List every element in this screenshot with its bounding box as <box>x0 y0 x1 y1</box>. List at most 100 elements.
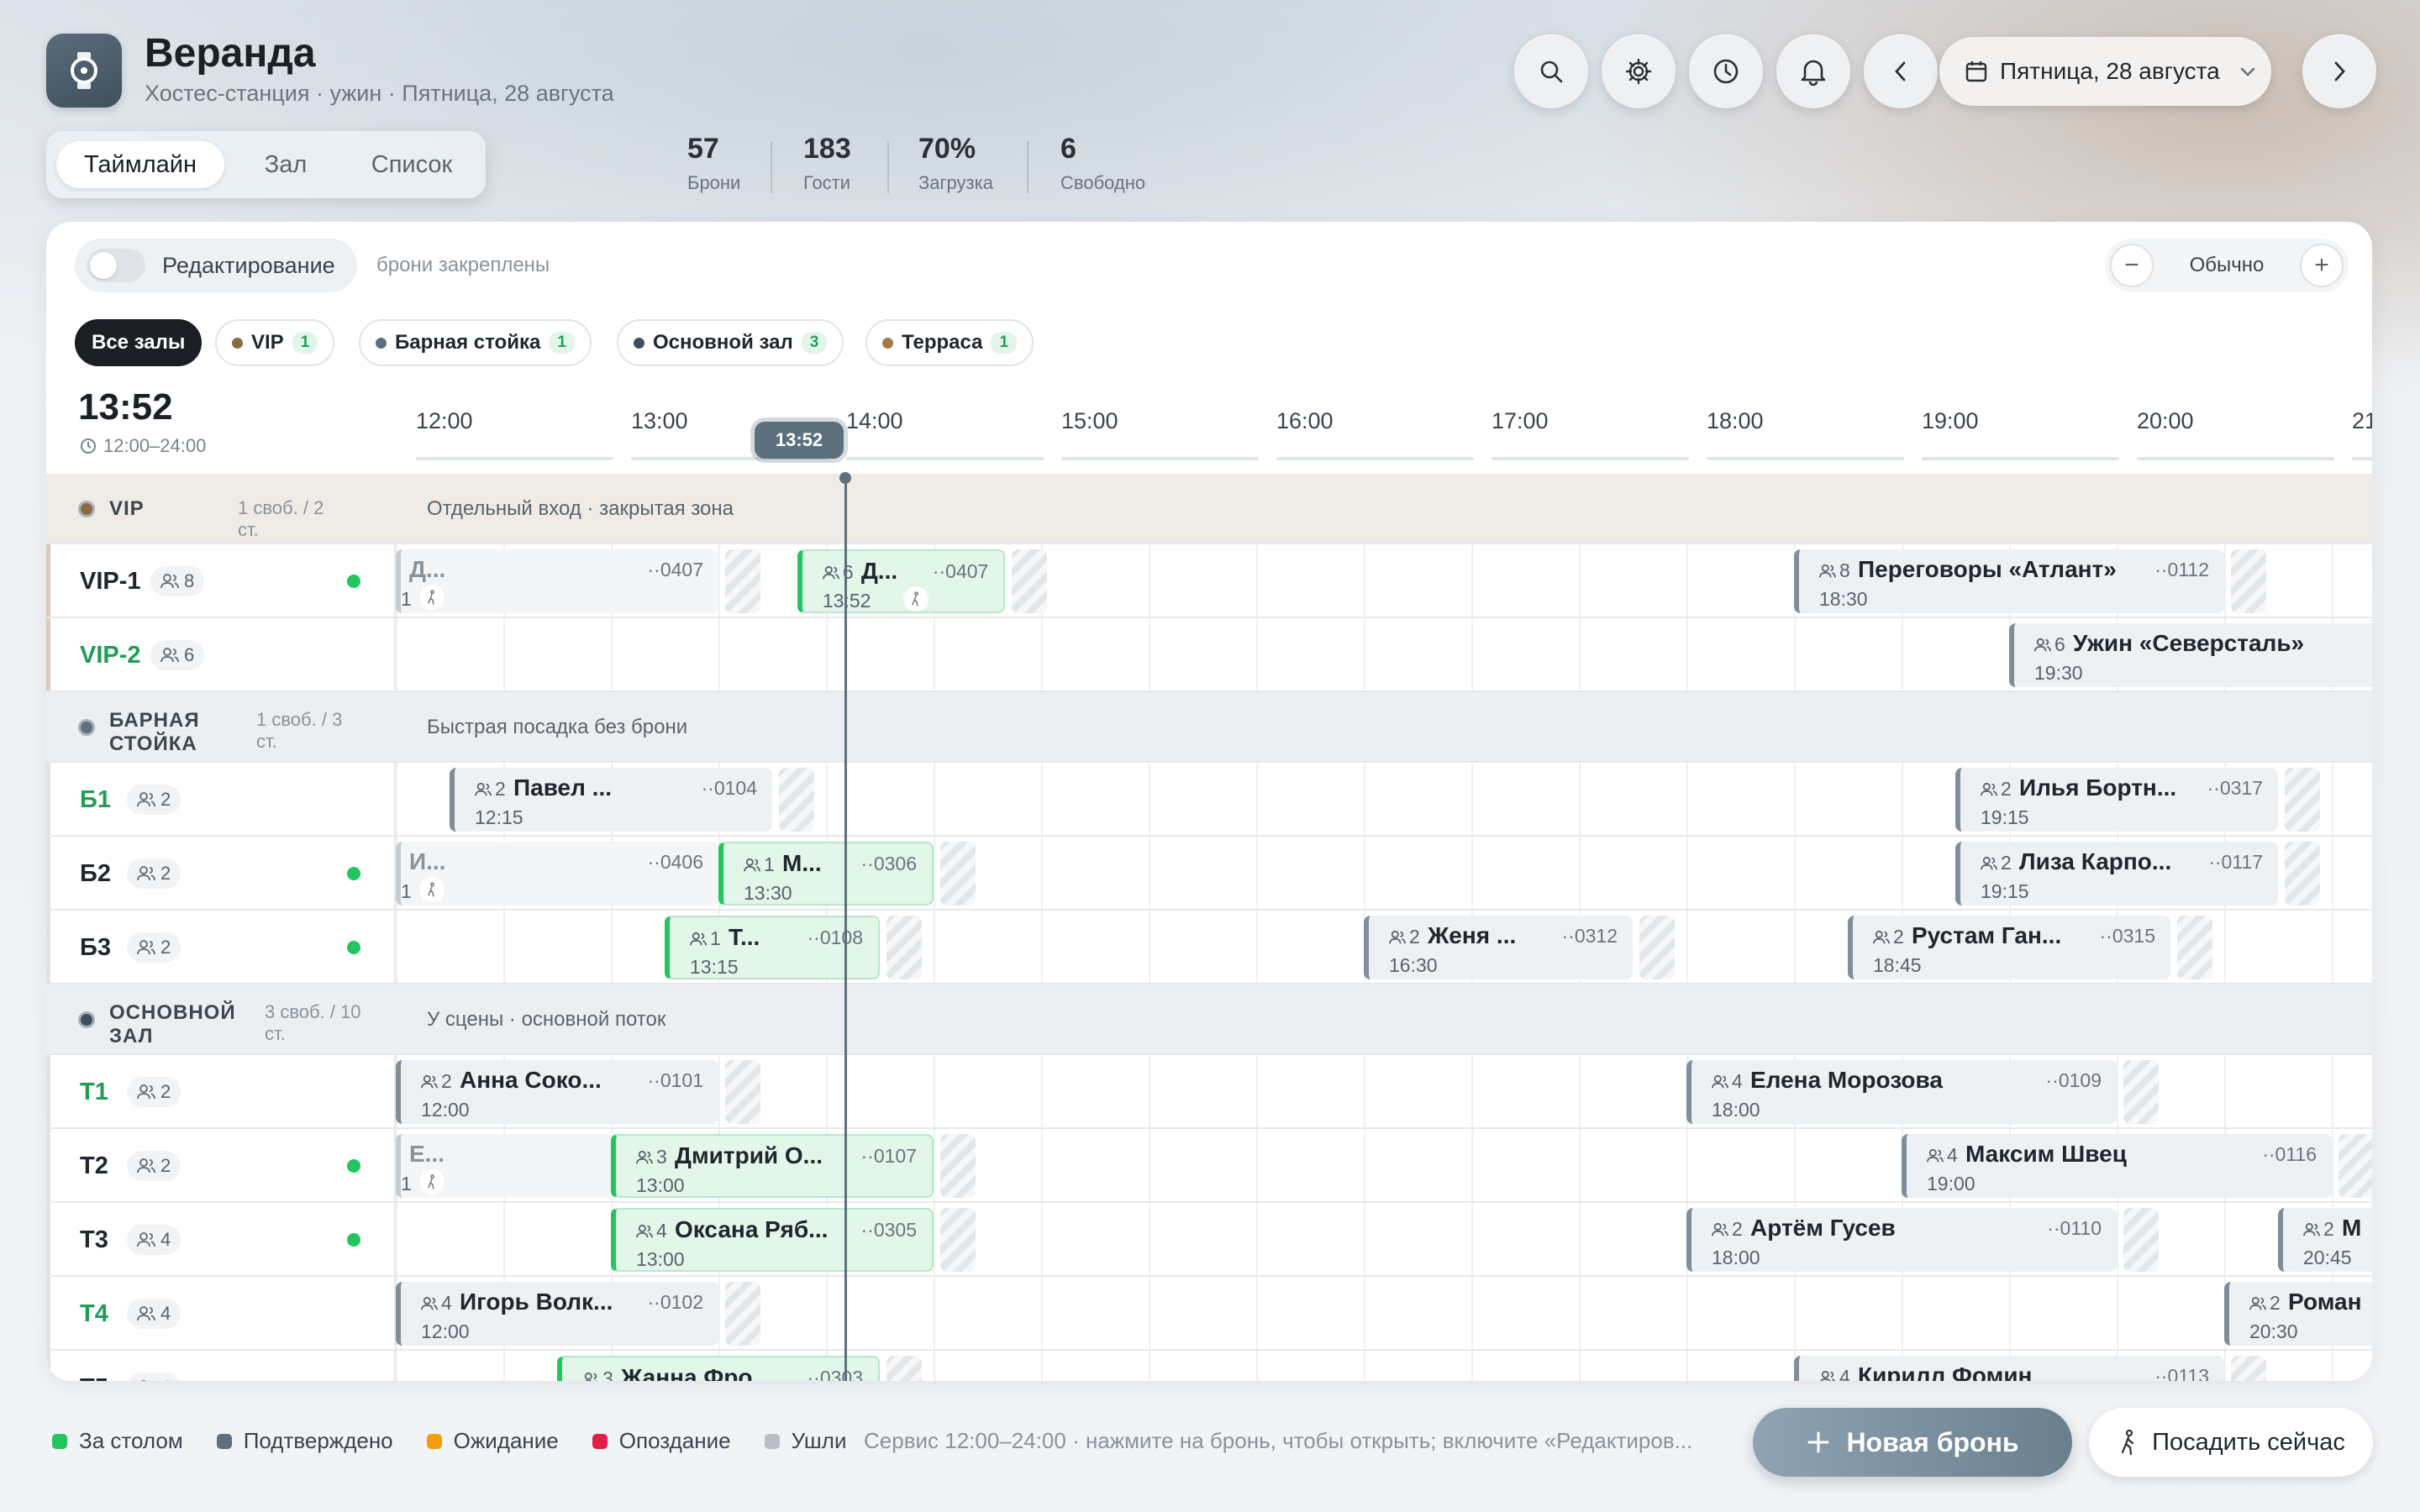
booking-block[interactable]: 3 Жанна Фро... ··0303 <box>557 1356 880 1381</box>
booking-block[interactable]: 8 Переговоры «Атлант» ··0112 18:30 <box>1794 549 2224 613</box>
zoom-in-button[interactable]: + <box>2300 244 2344 287</box>
hour-label: 14:00 <box>846 408 903 433</box>
zone-filter-chip[interactable]: Терраса 1 <box>865 319 1034 366</box>
legend-label: За столом <box>79 1428 183 1453</box>
grid-line <box>1686 763 1688 835</box>
zone-filter-chip[interactable]: Основной зал 3 <box>617 319 844 366</box>
people-icon <box>137 1232 155 1247</box>
people-icon <box>1712 1074 1728 1088</box>
booking-block[interactable]: 2 Павел ... ··0104 12:15 <box>450 768 772 832</box>
party-size: 3 <box>582 1368 613 1381</box>
new-booking-button[interactable]: Новая бронь <box>1753 1408 2072 1477</box>
booking-block[interactable]: И... ··0406 1 <box>396 842 718 906</box>
capacity-value: 2 <box>160 1155 171 1176</box>
zone-filter-chip[interactable]: VIP 1 <box>215 319 335 366</box>
search-button[interactable] <box>1514 34 1588 108</box>
hour-underline <box>1922 457 2119 460</box>
booking-block[interactable]: 2 Артём Гусев ··0110 18:00 <box>1686 1208 2117 1272</box>
booking-block[interactable]: 2 Роман 20:30 <box>2224 1282 2372 1346</box>
booking-block[interactable]: 2 Женя ... ··0312 16:30 <box>1364 916 1633 979</box>
people-icon <box>2034 638 2051 651</box>
table-row[interactable]: VIP-18Д...··040716Д...··040713:528Перего… <box>46 544 2372 618</box>
table-row[interactable]: Т5 4 3 Жанна Фро... ··0303 4 Кирилл Фомин ··011… <box>46 1351 2372 1381</box>
table-row[interactable]: Т4 4 4 Игорь Волк... ··0102 12:00 2 Роман 20:30 <box>46 1277 2372 1351</box>
booking-block[interactable]: 4 Игорь Волк... ··0102 12:00 <box>396 1282 718 1346</box>
prev-day-button[interactable] <box>1864 34 1938 108</box>
history-button[interactable] <box>1689 34 1763 108</box>
booking-block[interactable]: 2 Лиза Карпо... ··0117 19:15 <box>1955 842 2278 906</box>
grid-line <box>1364 1129 1365 1201</box>
table-row[interactable]: Т22Е...··040313Дмитрий О...··010713:004М… <box>46 1129 2372 1203</box>
edit-toggle[interactable]: Редактирование <box>75 239 357 292</box>
people-icon <box>141 1380 146 1381</box>
guest-name: Игорь Волк... <box>460 1289 613 1315</box>
legend-label: Ушли <box>791 1428 847 1453</box>
zone-header: БАРНАЯ СТОЙКА 1 своб. / 3 ст. Быстрая поса… <box>46 692 2372 763</box>
table-row[interactable]: Б1 2 2 Павел ... ··0104 12:15 2 Илья Бортн... ··… <box>46 763 2372 837</box>
booking-block[interactable]: 2 Анна Соко... ··0101 12:00 <box>396 1060 718 1124</box>
booking-block[interactable]: Д... ··0407 1 <box>396 549 718 613</box>
grid-line <box>1364 618 1365 690</box>
grid-line <box>2332 763 2333 835</box>
table-row[interactable]: Б2 2 И... ··0406 1 1 М... ··0306 13:30 2 Лиза Карп… <box>46 837 2372 911</box>
guest-name: Артём Гусев <box>1750 1215 1896 1241</box>
booking-block[interactable]: 1 М... ··0306 13:30 <box>718 842 934 906</box>
hour-label: 15:00 <box>1061 408 1118 433</box>
edit-label: Редактирование <box>162 252 335 278</box>
grid-line <box>2224 1055 2226 1127</box>
booking-code: ··0303 <box>807 1367 863 1381</box>
party-size: 2 <box>1981 778 2012 801</box>
booking-time: 19:30 <box>2034 662 2083 684</box>
people-icon <box>1819 564 1836 577</box>
grid-line <box>396 1203 397 1275</box>
booking-block[interactable]: 4 Елена Морозова ··0109 18:00 <box>1686 1060 2117 1124</box>
party-size: 6 <box>822 561 854 584</box>
zone-filter-chip[interactable]: Все залы <box>75 319 203 366</box>
buffer-hatch <box>940 842 976 906</box>
grid-line <box>1471 763 1473 835</box>
booking-block[interactable]: 2 М 20:45 <box>2278 1208 2372 1272</box>
booking-block[interactable]: 4 Кирилл Фомин ··0113 <box>1794 1356 2224 1381</box>
tab-hall[interactable]: Зал <box>239 141 332 188</box>
booking-time: 19:15 <box>1981 880 2029 902</box>
booking-block[interactable]: 2 Рустам Ган... ··0315 18:45 <box>1848 916 2170 979</box>
grid-line <box>1256 1055 1258 1127</box>
booking-block[interactable]: 6Д...··040713:52 <box>797 549 1006 613</box>
tab-timeline[interactable]: Таймлайн <box>56 141 224 188</box>
booking-block[interactable]: 6 Ужин «Северсталь» 19:30 <box>2009 623 2372 687</box>
table-row[interactable]: VIP-2 6 6 Ужин «Северсталь» 19:30 <box>46 618 2372 692</box>
date-picker[interactable]: Пятница, 28 августа <box>1939 37 2271 106</box>
settings-button[interactable] <box>1602 34 1676 108</box>
grid-line <box>1686 837 1688 909</box>
booking-code: ··0110 <box>2047 1217 2102 1239</box>
people-icon <box>160 574 179 589</box>
booking-time: 1 <box>401 1173 412 1194</box>
stat-guests: 183 Гости <box>803 133 851 193</box>
grid-line <box>1364 1351 1365 1381</box>
tab-list[interactable]: Список <box>349 141 475 188</box>
hour-underline <box>1491 457 1689 460</box>
edit-switch[interactable] <box>87 249 145 282</box>
grid-line <box>1149 1055 1150 1127</box>
grid-line <box>1471 1351 1473 1381</box>
grid-line <box>1579 1055 1581 1127</box>
booking-code: ··0407 <box>647 559 703 580</box>
table-row[interactable]: Б3 2 1 Т... ··0108 13:15 2 Женя ... ··0312 16:30 2… <box>46 911 2372 984</box>
zone-filter-chip[interactable]: Барная стойка 1 <box>359 319 592 366</box>
booking-block[interactable]: 2 Илья Бортн... ··0317 19:15 <box>1955 768 2278 832</box>
booking-block[interactable]: 3 Дмитрий О... ··0107 13:00 <box>611 1134 934 1198</box>
table-row[interactable]: Т3 4 4 Оксана Ряб... ··0305 13:00 2 Артём Гусев… <box>46 1203 2372 1277</box>
buffer-hatch <box>940 1208 976 1272</box>
notifications-button[interactable] <box>1776 34 1850 108</box>
booking-block[interactable]: 4 Оксана Ряб... ··0305 13:00 <box>611 1208 934 1272</box>
booking-code: ··0312 <box>1561 925 1618 947</box>
seat-now-button[interactable]: Посадить сейчас <box>2089 1408 2373 1477</box>
grid-line <box>1579 1277 1581 1349</box>
zone-header: ОСНОВНОЙ ЗАЛ 3 своб. / 10 ст. У сцены · ос… <box>46 984 2372 1055</box>
zoom-out-button[interactable]: − <box>2110 244 2154 287</box>
buffer-hatch <box>940 1134 976 1198</box>
booking-block[interactable]: 1 Т... ··0108 13:15 <box>665 916 880 979</box>
next-day-button[interactable] <box>2302 34 2376 108</box>
booking-block[interactable]: 4 Максим Швец ··0116 19:00 <box>1902 1134 2332 1198</box>
table-row[interactable]: Т1 2 2 Анна Соко... ··0101 12:00 4 Елена Морозо… <box>46 1055 2372 1129</box>
